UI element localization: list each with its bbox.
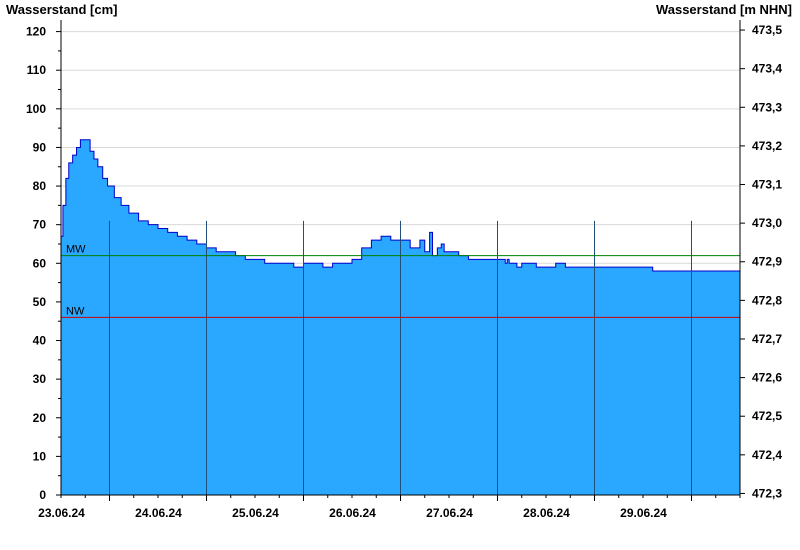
y-left-tick-label: 100 (26, 102, 46, 116)
x-tick-label: 26.06.24 (329, 506, 376, 520)
y-left-tick-label: 120 (26, 25, 46, 39)
y-left-tick-label: 30 (33, 372, 47, 386)
y-right-tick-label: 473,1 (752, 178, 782, 192)
x-tick-labels: 23.06.24 24.06.24 25.06.24 26.06.24 27.06.24… (38, 506, 667, 520)
y-right-tick-label: 472,7 (752, 332, 782, 346)
y-left-tick-label: 0 (39, 488, 46, 502)
y-left-tick-label: 80 (33, 179, 47, 193)
left-axis-title: Wasserstand [cm] (6, 2, 118, 17)
y-right-tick-label: 472,8 (752, 293, 782, 307)
left-y-ticks: 0 10 20 30 40 50 60 70 80 90 100 110 120 (26, 25, 61, 502)
y-right-tick-label: 473,4 (752, 62, 782, 76)
y-right-tick-label: 472,6 (752, 371, 782, 385)
y-right-tick-label: 473,2 (752, 139, 782, 153)
x-tick-label: 23.06.24 (38, 506, 85, 520)
reference-label-mw: MW (66, 244, 86, 256)
y-left-tick-label: 40 (33, 334, 47, 348)
water-level-chart: Wasserstand [cm] Wasserstand [m NHN] MW N… (6, 2, 792, 520)
y-right-tick-label: 473,3 (752, 100, 782, 114)
right-y-ticks: 472,3 472,4 472,5 472,6 472,7 472,8 472,9 473,0… (740, 23, 782, 500)
y-right-tick-label: 472,4 (752, 448, 782, 462)
y-left-tick-label: 10 (33, 449, 47, 463)
y-right-tick-label: 473,0 (752, 216, 782, 230)
y-right-tick-label: 472,5 (752, 409, 782, 423)
y-left-tick-label: 50 (33, 295, 47, 309)
y-left-tick-label: 90 (33, 140, 47, 154)
y-right-tick-label: 473,5 (752, 23, 782, 37)
y-left-tick-label: 110 (27, 63, 47, 77)
x-tick-label: 29.06.24 (620, 506, 667, 520)
x-tick-label: 28.06.24 (523, 506, 570, 520)
reference-label-nw: NW (66, 305, 85, 317)
x-tick-label: 25.06.24 (232, 506, 279, 520)
y-right-tick-label: 472,3 (752, 486, 782, 500)
y-right-tick-label: 472,9 (752, 255, 782, 269)
y-left-tick-label: 20 (33, 411, 47, 425)
right-axis-title: Wasserstand [m NHN] (656, 2, 792, 17)
x-tick-label: 27.06.24 (426, 506, 473, 520)
y-left-tick-label: 70 (33, 218, 47, 232)
y-left-tick-label: 60 (33, 256, 47, 270)
x-tick-label: 24.06.24 (135, 506, 182, 520)
